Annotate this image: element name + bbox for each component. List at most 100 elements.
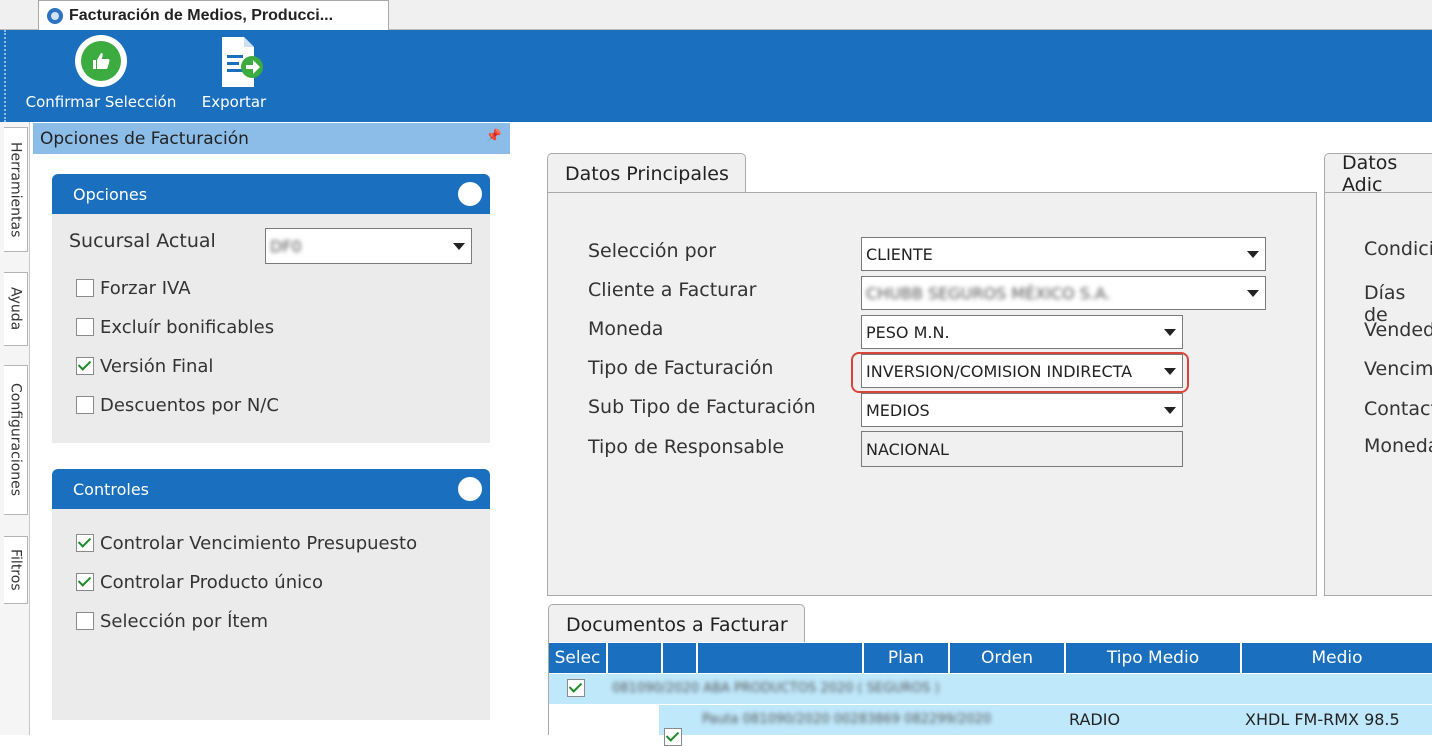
side-tab-herramientas[interactable]: Herramientas bbox=[4, 127, 28, 252]
contacto-label: Contact bbox=[1364, 398, 1432, 420]
seleccion-por-select[interactable]: CLIENTE bbox=[861, 237, 1266, 271]
dropdown-arrow-icon bbox=[1247, 251, 1259, 258]
select-value: INVERSION/COMISION INDIRECTA bbox=[866, 361, 1133, 381]
document-tab[interactable]: Facturación de Medios, Producci... bbox=[38, 0, 389, 30]
medio-cell: XHDL FM-RMX 98.5 bbox=[1245, 710, 1400, 729]
tab-datos-adicionales[interactable]: Datos Adic bbox=[1324, 151, 1432, 196]
dropdown-arrow-icon bbox=[1247, 290, 1259, 297]
checkbox-label: Forzar IVA bbox=[100, 277, 191, 299]
checkbox-icon bbox=[76, 396, 94, 414]
tab-documentos-facturar[interactable]: Documentos a Facturar bbox=[548, 604, 805, 644]
tab-datos-principales[interactable]: Datos Principales bbox=[547, 153, 746, 193]
seleccion-por-label: Selección por bbox=[588, 240, 717, 262]
col-header-plan[interactable]: Plan bbox=[864, 643, 949, 673]
tab-label: Datos Adic bbox=[1342, 151, 1398, 196]
col-header-text: Tipo Medio bbox=[1106, 648, 1200, 668]
cliente-label: Cliente a Facturar bbox=[588, 279, 757, 301]
sucursal-select[interactable]: DF0 bbox=[265, 228, 472, 264]
col-header-text: Plan bbox=[887, 648, 925, 668]
export-label: Exportar bbox=[201, 93, 267, 111]
moneda-adic-label: Moneda bbox=[1364, 435, 1432, 457]
checkbox-label: Controlar Vencimiento Presupuesto bbox=[100, 532, 418, 554]
sucursal-value: DF0 bbox=[270, 236, 302, 256]
collapse-icon[interactable] bbox=[458, 182, 482, 206]
condicion-label: Condici bbox=[1364, 238, 1432, 260]
checkbox-checked-icon bbox=[76, 357, 94, 375]
checkbox-icon bbox=[76, 279, 94, 297]
opciones-group-header[interactable]: Opciones bbox=[52, 174, 490, 214]
col-header-orden[interactable]: Orden bbox=[950, 643, 1065, 673]
descuentos-nc-checkbox[interactable]: Descuentos por N/C bbox=[76, 393, 279, 417]
checkbox-label: Controlar Producto único bbox=[100, 571, 324, 593]
tipo-facturacion-label: Tipo de Facturación bbox=[588, 357, 774, 379]
dropdown-arrow-icon bbox=[1164, 407, 1176, 414]
options-panel-title: Opciones de Facturación bbox=[40, 128, 249, 149]
thumbs-up-icon bbox=[75, 35, 127, 87]
vencimiento-label: Vencim bbox=[1364, 358, 1432, 380]
controlar-vencimiento-checkbox[interactable]: Controlar Vencimiento Presupuesto bbox=[76, 531, 417, 555]
col-header-tipo-medio[interactable]: Tipo Medio bbox=[1066, 643, 1241, 673]
checkbox-label: Excluír bonificables bbox=[100, 316, 275, 338]
moneda-label: Moneda bbox=[588, 318, 664, 340]
tipo-facturacion-select[interactable]: INVERSION/COMISION INDIRECTA bbox=[861, 354, 1183, 388]
row-checkbox-checked-icon[interactable] bbox=[567, 679, 585, 697]
controles-group-header[interactable]: Controles bbox=[52, 469, 490, 509]
row-indent bbox=[549, 705, 659, 735]
detail-row-text: Pauta 081090/2020 00283869 082299/2020 bbox=[702, 712, 992, 727]
confirm-selection-button[interactable]: Confirmar Selección bbox=[17, 35, 185, 119]
forzar-iva-checkbox[interactable]: Forzar IVA bbox=[76, 276, 191, 300]
confirm-selection-label: Confirmar Selección bbox=[25, 93, 177, 111]
group-row-text: 081090/2020 ABA PRODUCTOS 2020 ( SEGUROS… bbox=[612, 681, 940, 696]
sub-tipo-select[interactable]: MEDIOS bbox=[861, 393, 1183, 427]
checkbox-label: Descuentos por N/C bbox=[100, 394, 279, 416]
tipo-medio-cell: RADIO bbox=[1069, 710, 1121, 729]
options-panel-header: Opciones de Facturación 📌 bbox=[33, 123, 510, 154]
checkbox-label: Selección por Ítem bbox=[100, 610, 269, 632]
side-tab-configuraciones[interactable]: Configuraciones bbox=[4, 365, 28, 515]
excluir-bonificables-checkbox[interactable]: Excluír bonificables bbox=[76, 315, 274, 339]
ribbon-toolbar: Confirmar Selección Exportar bbox=[0, 30, 1432, 122]
tab-label: Documentos a Facturar bbox=[566, 613, 788, 636]
select-value: MEDIOS bbox=[866, 400, 930, 420]
dropdown-arrow-icon bbox=[453, 243, 465, 250]
tab-label: Datos Principales bbox=[565, 162, 729, 185]
col-header-medio[interactable]: Medio bbox=[1242, 643, 1432, 673]
side-tab-filtros[interactable]: Filtros bbox=[4, 536, 28, 604]
version-final-checkbox[interactable]: Versión Final bbox=[76, 354, 213, 378]
export-button[interactable]: Exportar bbox=[194, 35, 274, 119]
export-document-icon bbox=[214, 35, 263, 87]
col-header-blank[interactable] bbox=[663, 643, 697, 673]
col-header-selec[interactable]: Selec bbox=[549, 643, 607, 673]
checkbox-icon bbox=[76, 612, 94, 630]
vendedor-label: Vended bbox=[1364, 319, 1432, 341]
select-value: CLIENTE bbox=[866, 244, 933, 264]
pin-icon[interactable]: 📌 bbox=[486, 129, 502, 144]
seleccion-item-checkbox[interactable]: Selección por Ítem bbox=[76, 609, 268, 633]
controles-group-title: Controles bbox=[73, 479, 150, 499]
checkbox-icon bbox=[76, 318, 94, 336]
cliente-select[interactable]: CHUBB SEGUROS MÉXICO S.A. bbox=[861, 276, 1266, 310]
side-tab-ayuda[interactable]: Ayuda bbox=[4, 272, 28, 346]
controlar-producto-checkbox[interactable]: Controlar Producto único bbox=[76, 570, 323, 594]
dropdown-arrow-icon bbox=[1164, 329, 1176, 336]
app-logo-icon bbox=[47, 7, 63, 24]
col-header-text: Medio bbox=[1311, 648, 1363, 668]
sucursal-label: Sucursal Actual bbox=[69, 230, 216, 252]
tipo-responsable-label: Tipo de Responsable bbox=[588, 436, 785, 458]
select-value: PESO M.N. bbox=[866, 322, 950, 342]
field-value: NACIONAL bbox=[866, 439, 949, 459]
col-header-blank[interactable] bbox=[698, 643, 863, 673]
moneda-select[interactable]: PESO M.N. bbox=[861, 315, 1183, 349]
col-header-blank[interactable] bbox=[608, 643, 662, 673]
col-header-text: Orden bbox=[980, 648, 1034, 668]
row-checkbox-checked-icon[interactable] bbox=[664, 728, 682, 746]
dropdown-arrow-icon bbox=[1164, 368, 1176, 375]
ribbon-grip bbox=[4, 30, 6, 122]
checkbox-checked-icon bbox=[76, 534, 94, 552]
checkbox-checked-icon bbox=[76, 573, 94, 591]
opciones-group-title: Opciones bbox=[73, 184, 148, 204]
select-value: CHUBB SEGUROS MÉXICO S.A. bbox=[866, 283, 1111, 303]
checkbox-label: Versión Final bbox=[100, 355, 214, 377]
collapse-icon[interactable] bbox=[458, 477, 482, 501]
sub-tipo-label: Sub Tipo de Facturación bbox=[588, 396, 816, 418]
